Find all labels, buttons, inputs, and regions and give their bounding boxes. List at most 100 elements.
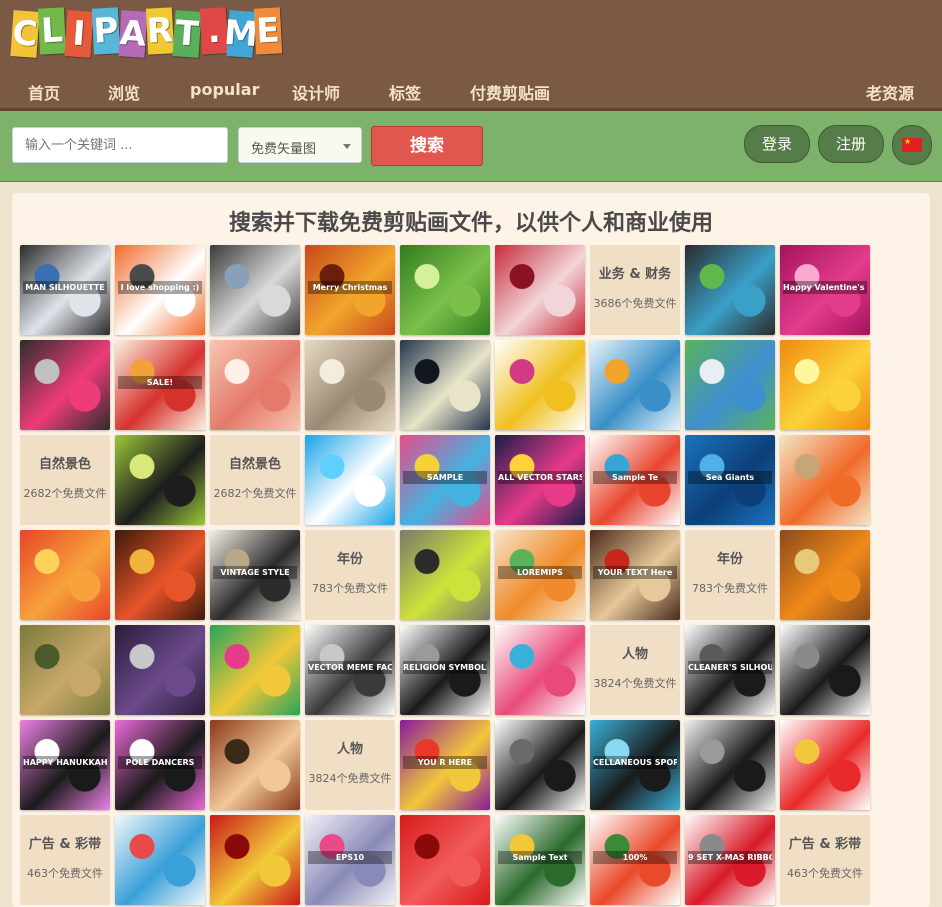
search-input[interactable] <box>12 127 228 163</box>
clipart-thumbnail[interactable] <box>400 245 490 335</box>
category-tile[interactable]: 年份 783个免费文件 <box>685 530 775 620</box>
star-icon: ★ <box>904 137 912 146</box>
nav-tags[interactable]: 标签 <box>389 80 421 104</box>
category-name: 自然景色 <box>38 457 91 472</box>
thumbnail-caption: EPS10 <box>308 851 392 864</box>
clipart-thumbnail[interactable] <box>780 530 870 620</box>
clipart-thumbnail[interactable] <box>20 625 110 715</box>
clipart-thumbnail[interactable] <box>400 815 490 905</box>
clipart-thumbnail[interactable]: YOUR TEXT Here <box>590 530 680 620</box>
clipart-thumbnail[interactable] <box>780 435 870 525</box>
clipart-thumbnail[interactable]: EPS10 <box>305 815 395 905</box>
clipart-thumbnail[interactable] <box>495 625 585 715</box>
category-count: 463个免费文件 <box>27 867 103 880</box>
clipart-thumbnail[interactable] <box>20 530 110 620</box>
category-name: 自然景色 <box>228 457 281 472</box>
clipart-thumbnail[interactable]: Happy Valentine's Day <box>780 245 870 335</box>
clipart-thumbnail[interactable] <box>210 720 300 810</box>
thumbnail-caption: YOU R HERE <box>403 756 487 769</box>
clipart-thumbnail[interactable]: VECTOR MEME FACES <box>305 625 395 715</box>
clipart-thumbnail[interactable]: POLE DANCERS <box>115 720 205 810</box>
clipart-thumbnail[interactable] <box>20 340 110 430</box>
clipart-thumbnail[interactable] <box>210 815 300 905</box>
clipart-thumbnail[interactable]: SALE! <box>115 340 205 430</box>
nav-browse[interactable]: 浏览 <box>108 80 140 104</box>
nav-home[interactable]: 首页 <box>28 80 60 104</box>
clipart-thumbnail[interactable] <box>780 340 870 430</box>
category-tile[interactable]: 人物 3824个免费文件 <box>305 720 395 810</box>
clipart-thumbnail[interactable]: HAPPY HANUKKAH <box>20 720 110 810</box>
clipart-thumbnail[interactable] <box>115 625 205 715</box>
clipart-thumbnail[interactable]: Sea Giants <box>685 435 775 525</box>
clipart-thumbnail[interactable]: CELLANEOUS SPORTS <box>590 720 680 810</box>
clipart-thumbnail[interactable] <box>305 340 395 430</box>
language-flag-button[interactable]: ★ <box>892 125 932 165</box>
clipart-thumbnail[interactable] <box>115 435 205 525</box>
login-button[interactable]: 登录 <box>744 125 810 163</box>
category-tile[interactable]: 人物 3824个免费文件 <box>590 625 680 715</box>
category-tile[interactable]: 业务 & 财务 3686个免费文件 <box>590 245 680 335</box>
clipart-thumbnail[interactable]: RELIGION SYMBOLS <box>400 625 490 715</box>
clipart-thumbnail[interactable] <box>210 340 300 430</box>
clipart-thumbnail[interactable] <box>685 340 775 430</box>
category-count: 2682个免费文件 <box>213 487 297 500</box>
clipart-thumbnail[interactable] <box>495 245 585 335</box>
clipart-thumbnail[interactable] <box>210 245 300 335</box>
category-name: 人物 <box>621 647 648 662</box>
clipart-thumbnail[interactable] <box>305 435 395 525</box>
thumbnail-caption: Happy Valentine's Day <box>783 281 867 294</box>
nav-paid-clipart[interactable]: 付费剪贴画 <box>470 80 550 104</box>
thumbnail-caption: I love shopping :) <box>118 281 202 294</box>
logo-letter: R <box>145 7 175 55</box>
clipart-thumbnail[interactable] <box>780 720 870 810</box>
page-title: 搜索并下载免费剪贴画文件，以供个人和商业使用 <box>228 211 713 236</box>
clipart-thumbnail[interactable]: LOREMIPS <box>495 530 585 620</box>
thumbnail-caption: Sea Giants <box>688 471 772 484</box>
category-tile[interactable]: 广告 & 彩带 463个免费文件 <box>20 815 110 905</box>
category-tile[interactable]: 年份 783个免费文件 <box>305 530 395 620</box>
clipart-thumbnail[interactable]: Sample Te <box>590 435 680 525</box>
thumbnail-caption: RELIGION SYMBOLS <box>403 661 487 674</box>
thumbnail-caption: SALE! <box>118 376 202 389</box>
category-count: 3824个免费文件 <box>308 772 392 785</box>
clipart-thumbnail[interactable] <box>115 530 205 620</box>
thumbnail-caption: Sample Te <box>593 471 677 484</box>
site-logo[interactable]: CLIPART.ME <box>10 7 283 60</box>
thumbnail-caption: CELLANEOUS SPORTS <box>593 756 677 769</box>
logo-letter: A <box>118 10 148 58</box>
nav-old-resources[interactable]: 老资源 <box>866 80 914 104</box>
clipart-thumbnail[interactable]: 100% <box>590 815 680 905</box>
clipart-thumbnail[interactable] <box>590 340 680 430</box>
clipart-thumbnail[interactable] <box>685 245 775 335</box>
search-button[interactable]: 搜索 <box>371 126 483 166</box>
category-tile[interactable]: 广告 & 彩带 463个免费文件 <box>780 815 870 905</box>
nav-designers[interactable]: 设计师 <box>292 80 340 104</box>
clipart-thumbnail[interactable]: 9 SET X-MAS RIBBON BANNER <box>685 815 775 905</box>
clipart-thumbnail[interactable]: ALL VECTOR STARS <box>495 435 585 525</box>
clipart-thumbnail[interactable]: I love shopping :) <box>115 245 205 335</box>
clipart-thumbnail[interactable]: VINTAGE STYLE <box>210 530 300 620</box>
register-button[interactable]: 注册 <box>818 125 884 163</box>
clipart-thumbnail[interactable]: CLEANER'S SILHOUETTES <box>685 625 775 715</box>
clipart-thumbnail[interactable] <box>115 815 205 905</box>
file-type-select[interactable]: 免费矢量图 <box>238 127 362 163</box>
clipart-thumbnail[interactable] <box>400 340 490 430</box>
clipart-thumbnail[interactable] <box>685 720 775 810</box>
category-tile[interactable]: 自然景色 2682个免费文件 <box>20 435 110 525</box>
nav-popular[interactable]: popular <box>190 80 259 99</box>
logo-letter: L <box>37 7 67 55</box>
thumbnail-caption: 100% <box>593 851 677 864</box>
category-tile[interactable]: 自然景色 2682个免费文件 <box>210 435 300 525</box>
clipart-thumbnail[interactable] <box>210 625 300 715</box>
clipart-thumbnail[interactable]: MAN SILHOUETTE <box>20 245 110 335</box>
clipart-thumbnail[interactable] <box>495 720 585 810</box>
category-name: 人物 <box>336 742 363 757</box>
thumbnail-caption: Merry Christmas <box>308 281 392 294</box>
clipart-thumbnail[interactable]: SAMPLE <box>400 435 490 525</box>
clipart-thumbnail[interactable] <box>495 340 585 430</box>
clipart-thumbnail[interactable] <box>780 625 870 715</box>
clipart-thumbnail[interactable]: YOU R HERE <box>400 720 490 810</box>
clipart-thumbnail[interactable]: Sample Text <box>495 815 585 905</box>
clipart-thumbnail[interactable]: Merry Christmas <box>305 245 395 335</box>
clipart-thumbnail[interactable] <box>400 530 490 620</box>
